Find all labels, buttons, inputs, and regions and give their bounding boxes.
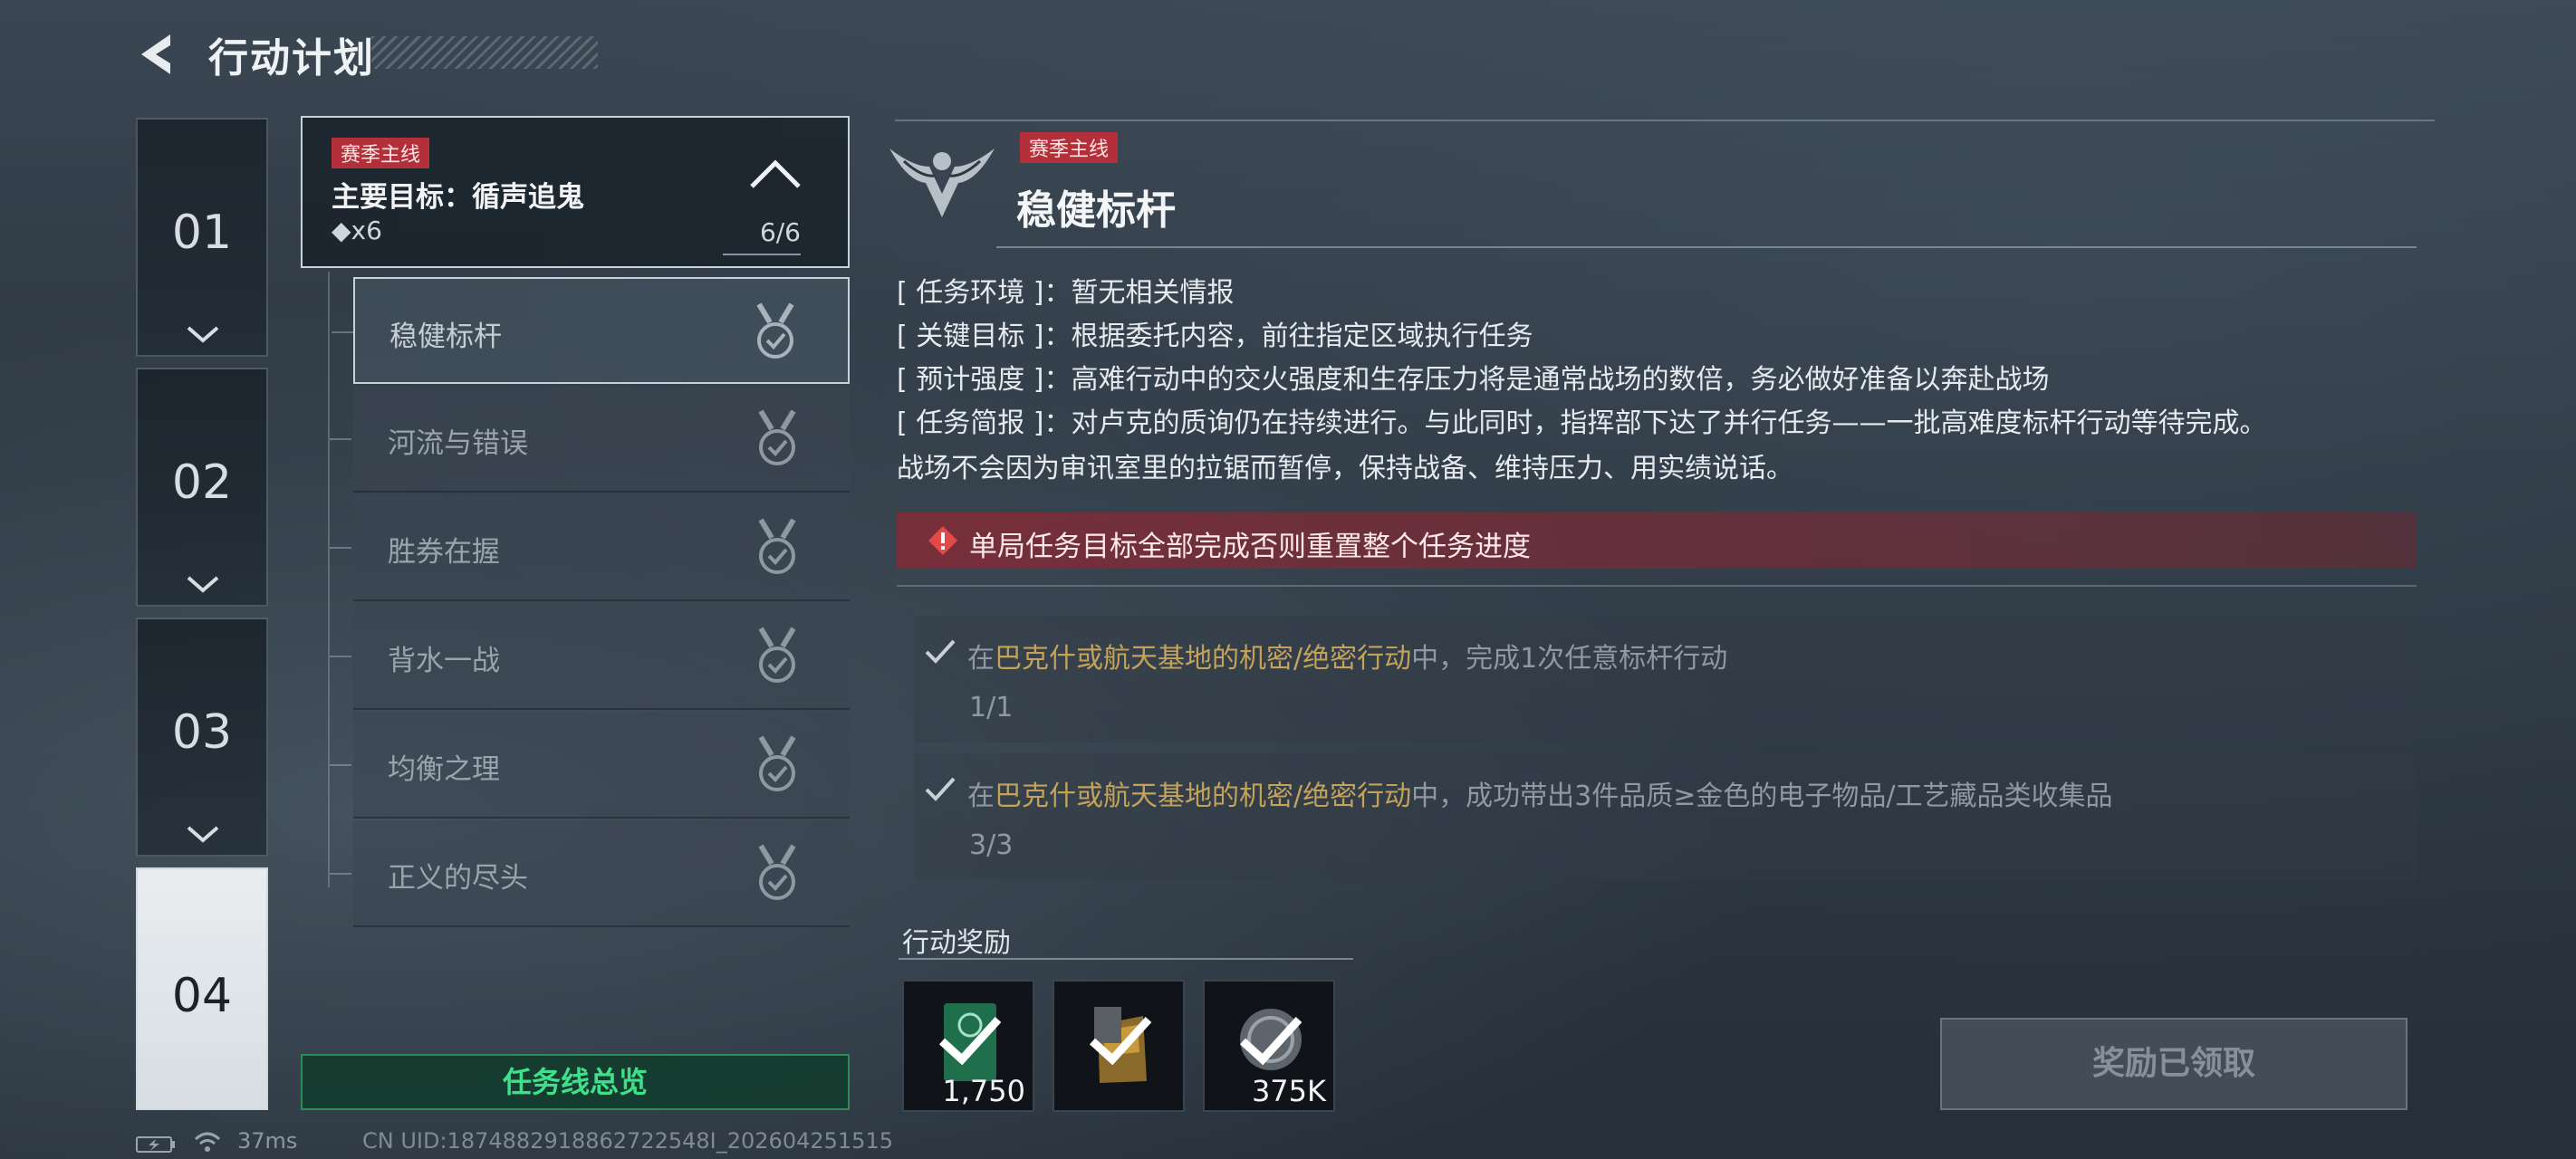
tree-connector (330, 438, 351, 440)
task-tree-line (328, 272, 330, 887)
reward-item-1[interactable]: 1,750 (902, 980, 1034, 1112)
reward-quantity: 375K (1251, 1074, 1326, 1108)
chapter-tab-04[interactable]: 04 (136, 867, 268, 1110)
warning-icon (928, 526, 957, 555)
ping-readout: 37ms (237, 1128, 298, 1154)
info-intensity: [ 预计强度 ]：高难行动中的交火强度和生存压力将是通常战场的数倍，务必做好准备… (897, 364, 2050, 396)
medal-check-icon (756, 302, 794, 359)
medal-check-icon (758, 735, 796, 791)
tree-connector (330, 873, 351, 875)
chevron-down-icon (187, 576, 219, 593)
progress-underline (723, 254, 801, 255)
tree-connector (332, 331, 353, 333)
task-item-1[interactable]: 稳健标杆 (332, 277, 850, 384)
checkmark-icon (925, 639, 956, 664)
checkmark-icon (925, 777, 956, 801)
mission-header[interactable]: 赛季主线 主要目标：循声追鬼 ◆x6 6/6 (301, 116, 850, 268)
tree-connector (330, 656, 351, 657)
battery-icon (136, 1136, 175, 1153)
wifi-icon (194, 1132, 221, 1152)
medal-check-icon (758, 518, 796, 574)
task-label: 正义的尽头 (388, 862, 528, 895)
rewards-claimed-button[interactable]: 奖励已领取 (1940, 1018, 2408, 1110)
back-arrow-icon[interactable] (134, 31, 178, 78)
objective-description: 在巴克什或航天基地的机密/绝密行动中，完成1次任意标杆行动 (967, 643, 1728, 675)
task-label: 均衡之理 (388, 753, 500, 786)
divider (895, 120, 2435, 121)
task-item-6[interactable]: 正义的尽头 (330, 820, 850, 927)
objective-progress: 1/1 (969, 692, 1014, 723)
chapter-number: 01 (171, 206, 233, 260)
chapter-number: 03 (171, 705, 233, 760)
rewards-title: 行动奖励 (902, 927, 1011, 959)
info-key-goal: [ 关键目标 ]：根据委托内容，前往指定区域执行任务 (897, 321, 1533, 352)
claimed-check-icon (1089, 1016, 1152, 1066)
chapter-number: 02 (171, 455, 233, 510)
task-item-2[interactable]: 河流与错误 (330, 386, 850, 493)
claimed-check-icon (938, 1016, 1002, 1066)
tree-connector (330, 764, 351, 766)
chevron-down-icon (187, 826, 219, 843)
user-uid: CN UID:1874882918862722548I_202604251515 (362, 1128, 893, 1154)
objective-item-2: 在巴克什或航天基地的机密/绝密行动中，成功带出3件品质≥金色的电子物品/工艺藏品… (915, 753, 2417, 880)
page-title: 行动计划 (208, 35, 375, 81)
divider (996, 246, 2417, 248)
reward-item-2[interactable] (1053, 980, 1185, 1112)
info-briefing: [ 任务简报 ]：对卢克的质询仍在持续进行。与此同时，指挥部下达了并行任务——一… (897, 407, 2267, 439)
divider (897, 585, 2417, 587)
chevron-down-icon (187, 326, 219, 343)
mission-progress: 6/6 (759, 217, 801, 247)
reward-item-3[interactable]: 375K (1203, 980, 1335, 1112)
task-item-3[interactable]: 胜券在握 (330, 494, 850, 601)
medal-check-icon (758, 627, 796, 683)
chapter-number: 04 (171, 969, 233, 1023)
header-decoration (371, 36, 598, 69)
mission-task-count: ◆x6 (332, 216, 382, 245)
info-environment: [ 任务环境 ]：暂无相关情报 (897, 277, 1235, 309)
eagle-emblem-icon (889, 148, 995, 217)
task-item-4[interactable]: 背水一战 (330, 603, 850, 710)
chapter-tab-03[interactable]: 03 (136, 618, 268, 857)
chapter-tab-01[interactable]: 01 (136, 118, 268, 357)
warning-banner: 单局任务目标全部完成否则重置整个任务进度 (897, 512, 2417, 569)
medal-check-icon (758, 844, 796, 900)
divider (899, 958, 1353, 960)
chapter-tab-02[interactable]: 02 (136, 368, 268, 607)
mission-line-overview-button[interactable]: 任务线总览 (301, 1054, 850, 1110)
warning-text: 单局任务目标全部完成否则重置整个任务进度 (969, 531, 1531, 563)
chevron-up-icon[interactable] (748, 158, 803, 190)
tree-connector (330, 547, 351, 549)
reward-quantity: 1,750 (942, 1074, 1025, 1108)
task-label: 背水一战 (388, 645, 500, 677)
season-main-tag: 赛季主线 (332, 138, 430, 168)
objective-item-1: 在巴克什或航天基地的机密/绝密行动中，完成1次任意标杆行动 1/1 (915, 616, 2417, 742)
mission-title: 主要目标：循声追鬼 (332, 181, 584, 214)
medal-check-icon (758, 409, 796, 465)
season-main-tag: 赛季主线 (1020, 132, 1119, 163)
task-item-5[interactable]: 均衡之理 (330, 712, 850, 819)
task-detail-title: 稳健标杆 (1016, 187, 1176, 234)
objective-progress: 3/3 (969, 829, 1014, 861)
task-label: 河流与错误 (388, 427, 528, 460)
info-briefing-continued: 战场不会因为审讯室里的拉锯而暂停，保持战备、维持压力、用实绩说话。 (897, 453, 1793, 484)
task-label: 稳健标杆 (389, 321, 502, 353)
task-label: 胜券在握 (388, 536, 500, 569)
objective-description: 在巴克什或航天基地的机密/绝密行动中，成功带出3件品质≥金色的电子物品/工艺藏品… (967, 781, 2113, 812)
claimed-check-icon (1239, 1016, 1302, 1066)
